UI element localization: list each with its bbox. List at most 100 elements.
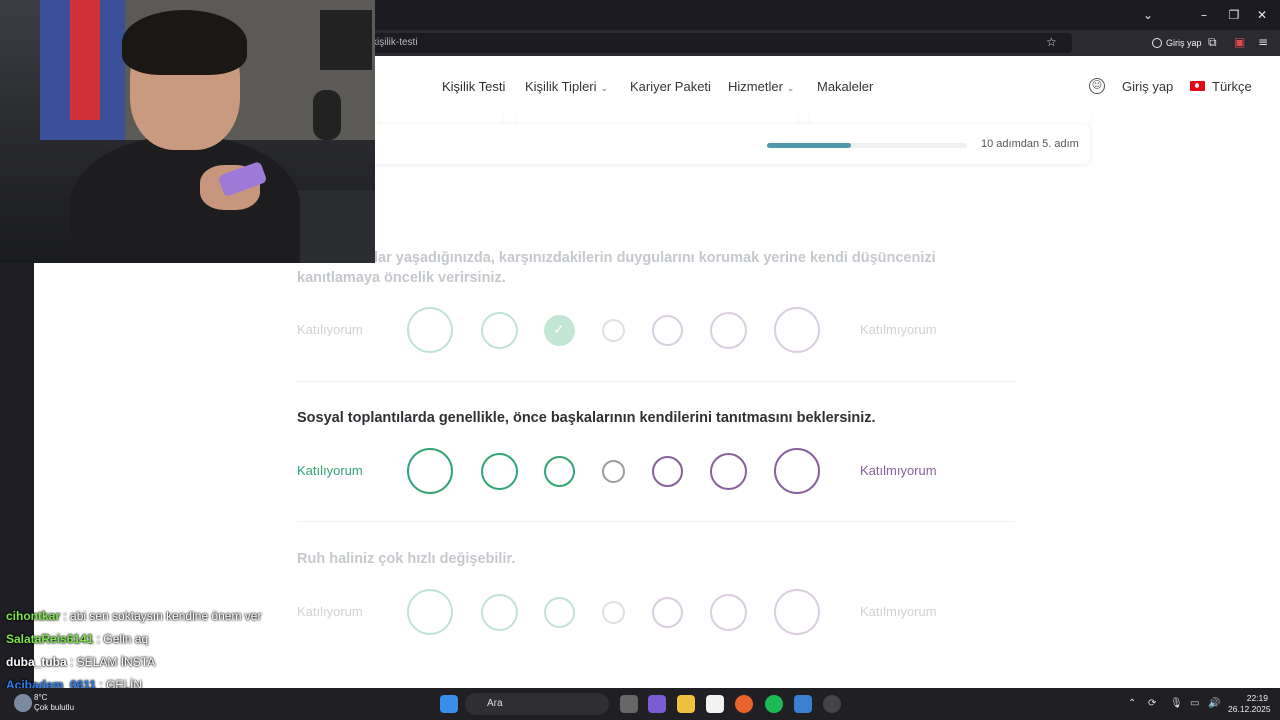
left-dark-strip (0, 263, 34, 688)
question-text: Ruh haliniz çok hızlı değişebilir. (297, 551, 516, 567)
spotify-icon[interactable] (765, 695, 783, 713)
extensions-icon[interactable]: ⧉ (1208, 35, 1217, 50)
chat-username: SalataReis6141 (6, 632, 94, 646)
chat-username: duba_tuba (6, 655, 67, 669)
bookmark-star-icon[interactable]: ☆ (1046, 35, 1057, 49)
network-icon[interactable]: ▭ (1190, 698, 1199, 709)
chevron-down-icon: ⌄ (786, 84, 795, 94)
answer-option-selected-check-icon[interactable]: ✓ (543, 314, 575, 346)
nav-label: Kişilik Tipleri (525, 79, 597, 94)
answer-option-7[interactable] (774, 589, 820, 635)
weather-icon[interactable] (14, 694, 32, 712)
answer-option-1[interactable] (407, 307, 453, 353)
chevron-down-icon: ⌄ (600, 84, 609, 94)
chat-text: : abi sen soktaysın kendine önem ver (63, 609, 262, 623)
progress-label: 10 adımdan 5. adım (981, 138, 1079, 150)
sync-icon[interactable]: ⟳ (1148, 698, 1156, 709)
nav-label: Kişilik Testi (442, 79, 506, 94)
account-login-label: Giriş yap (1166, 38, 1202, 48)
answer-option-1[interactable] (407, 589, 453, 635)
answer-option-3[interactable] (543, 596, 575, 628)
question-text: Sosyal toplantılarda genellikle, önce ba… (297, 410, 876, 426)
answer-option-4[interactable] (601, 600, 625, 624)
task-view-icon[interactable] (620, 695, 638, 713)
maximize-icon[interactable]: ❐ (1225, 6, 1243, 24)
cam-tv (320, 10, 372, 70)
copilot-icon[interactable] (648, 695, 666, 713)
nav-label: Hizmetler (728, 79, 783, 94)
weather-temp: 8°C (34, 693, 48, 702)
answer-option-5[interactable] (651, 455, 683, 487)
store-icon[interactable] (706, 695, 724, 713)
answer-option-5[interactable] (651, 596, 683, 628)
chevron-down-icon[interactable]: ⌄ (1139, 6, 1157, 24)
answer-option-4[interactable] (601, 459, 625, 483)
chat-username: cihontkar (6, 609, 61, 623)
nav-label: Makaleler (817, 79, 874, 94)
chat-text: : SELAM İNSTA (70, 655, 156, 669)
accessibility-icon[interactable]: ☺ (1089, 78, 1105, 94)
taskbar-search[interactable]: Ara (465, 693, 609, 715)
answer-option-6[interactable] (709, 452, 747, 490)
tray-chevron-icon[interactable]: ⌃ (1128, 698, 1136, 709)
file-explorer-icon[interactable] (677, 695, 695, 713)
question-divider (297, 521, 1015, 522)
nav-personality-types[interactable]: Kişilik Tipleri ⌄ (525, 79, 608, 94)
nav-services[interactable]: Hizmetler ⌄ (728, 79, 794, 94)
login-link[interactable]: Giriş yap (1122, 79, 1173, 94)
answer-option-7[interactable] (774, 307, 820, 353)
cam-person-hair (122, 10, 247, 75)
chat-message: cihontkar : abi sen soktaysın kendine ön… (6, 609, 261, 623)
answer-option-1[interactable] (407, 448, 453, 494)
progress-fill (767, 143, 851, 148)
answer-option-2[interactable] (480, 452, 518, 490)
account-login-button[interactable]: Giriş yap (1146, 33, 1208, 53)
addon-icon[interactable]: ▣ (1234, 35, 1245, 49)
microphone-icon[interactable]: 🎙 (1170, 698, 1183, 709)
menu-icon[interactable]: ≡ (1258, 35, 1268, 49)
question-text: lar yaşadığınızda, karşınızdakilerin duy… (297, 250, 936, 286)
close-icon[interactable]: ✕ (1253, 6, 1271, 24)
chat-text: : Gelin aq (96, 632, 149, 646)
question-divider (297, 381, 1015, 382)
taskbar-clock[interactable]: 22:19 26.12.2025 (1228, 693, 1271, 715)
agree-label: Katılıyorum (297, 604, 363, 619)
nav-label: Kariyer Paketi (630, 79, 711, 94)
account-icon (1152, 38, 1162, 48)
clock-time: 22:19 (1246, 693, 1268, 703)
weather-widget[interactable]: 8°C Çok bulutlu (34, 693, 74, 713)
url-text[interactable]: kişilik-testi (372, 37, 418, 48)
volume-icon[interactable]: 🔊 (1208, 698, 1220, 709)
nav-articles[interactable]: Makaleler (817, 79, 873, 94)
agree-label: Katılıyorum (297, 322, 363, 337)
progress-bar (767, 143, 967, 148)
disagree-label: Katılmıyorum (860, 322, 937, 337)
start-icon[interactable] (440, 695, 458, 713)
answer-option-6[interactable] (709, 593, 747, 631)
answer-option-5[interactable] (651, 314, 683, 346)
turkey-flag-icon (1190, 81, 1205, 91)
chat-message: duba_tuba : SELAM İNSTA (6, 655, 155, 669)
cam-person-shirt (70, 135, 300, 263)
nav-personality-test[interactable]: Kişilik Testi (442, 79, 505, 94)
obs-icon[interactable] (823, 695, 841, 713)
answer-option-3[interactable] (543, 455, 575, 487)
cam-poster-detail (70, 0, 100, 120)
clock-date: 26.12.2025 (1228, 704, 1271, 714)
agree-label: Katılıyorum (297, 463, 363, 478)
answer-option-7[interactable] (774, 448, 820, 494)
answer-option-4[interactable] (601, 318, 625, 342)
answer-option-2[interactable] (480, 311, 518, 349)
nav-career-package[interactable]: Kariyer Paketi (630, 79, 711, 94)
progress-card (300, 124, 1090, 164)
webcam-overlay (0, 0, 375, 263)
language-selector[interactable]: Türkçe (1212, 79, 1252, 94)
chat-message: SalataReis6141 : Gelin aq (6, 632, 148, 646)
answer-option-2[interactable] (480, 593, 518, 631)
disagree-label: Katılmıyorum (860, 604, 937, 619)
taskbar (0, 688, 1280, 720)
firefox-icon[interactable] (735, 695, 753, 713)
photos-icon[interactable] (794, 695, 812, 713)
answer-option-6[interactable] (709, 311, 747, 349)
minimize-icon[interactable]: – (1195, 6, 1213, 24)
